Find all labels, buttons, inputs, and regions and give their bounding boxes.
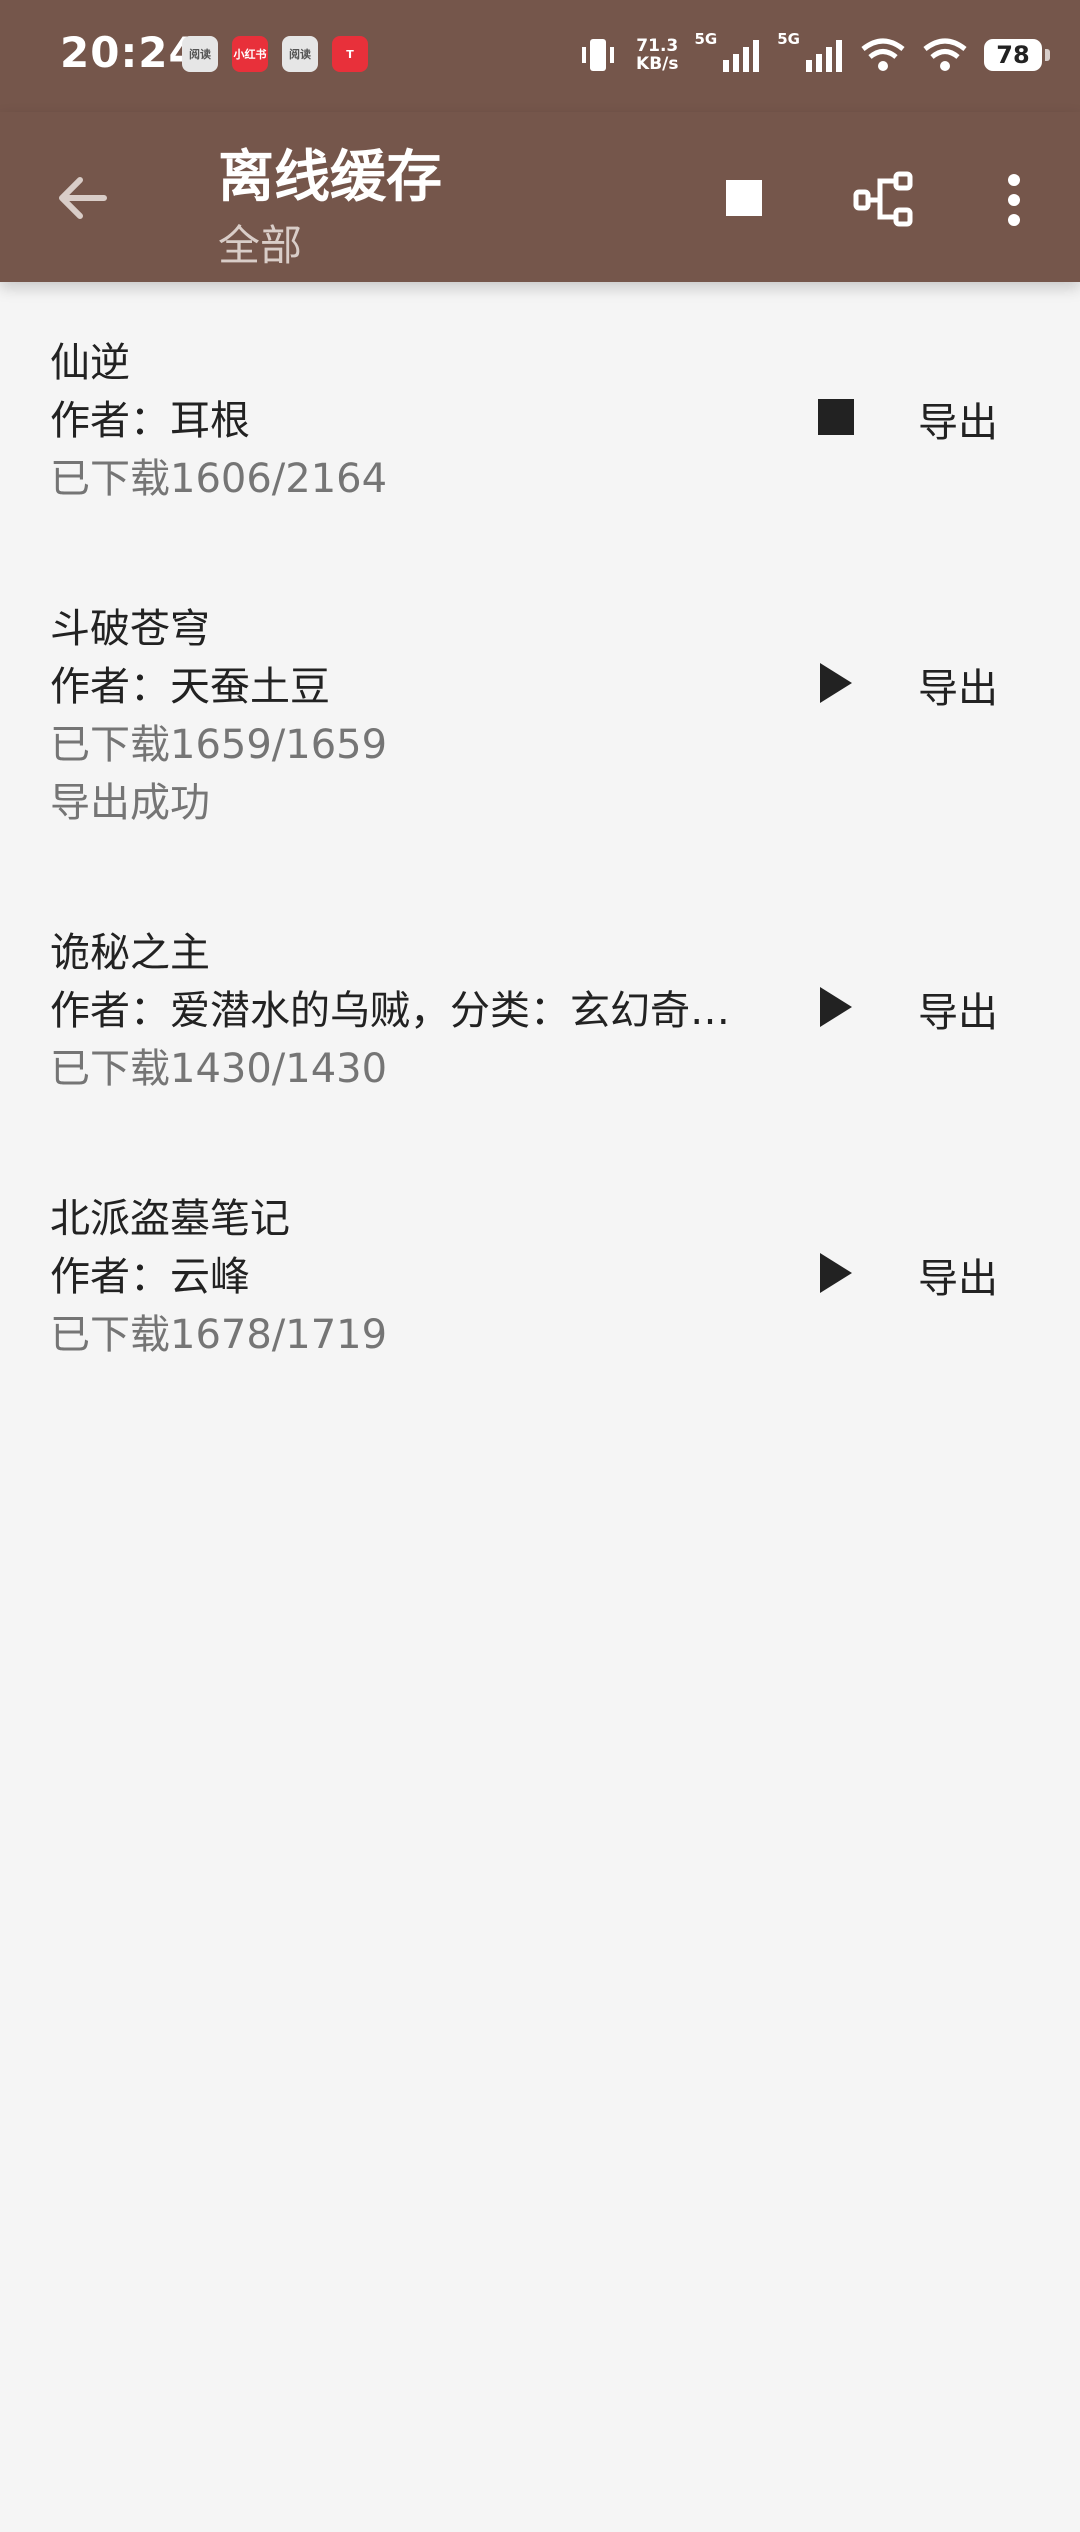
reader-app-icon: 阅读 xyxy=(282,36,318,72)
wifi-icon xyxy=(923,38,967,71)
net-speed-unit: KB/s xyxy=(636,54,679,74)
vibrate-icon xyxy=(582,39,615,71)
net-speed-value: 71.3 xyxy=(636,36,679,56)
more-vert-icon[interactable] xyxy=(994,168,1034,232)
play-icon xyxy=(820,663,852,703)
list-item[interactable]: 斗破苍穹 作者：天蚕土豆 已下载1659/1659 导出成功 导出 xyxy=(0,548,1080,872)
wifi-icon xyxy=(861,38,905,71)
notification-icons: 阅读 小红书 阅读 T xyxy=(182,36,368,72)
page-subtitle[interactable]: 全部 xyxy=(218,212,302,273)
cell-signal-icon xyxy=(723,40,760,72)
back-arrow-icon[interactable] xyxy=(50,166,114,230)
export-button[interactable]: 导出 xyxy=(918,656,998,714)
book-author: 作者：天蚕土豆 xyxy=(50,664,330,710)
xiaohongshu-icon: 小红书 xyxy=(232,36,268,72)
play-icon xyxy=(820,1253,852,1293)
cell-signal-icon xyxy=(806,40,842,72)
stop-all-button[interactable] xyxy=(724,178,764,218)
stop-button[interactable] xyxy=(808,389,864,445)
book-name: 北派盗墓笔记 xyxy=(50,1196,290,1242)
play-button[interactable] xyxy=(808,979,864,1035)
book-author: 作者：耳根 xyxy=(50,398,250,444)
stop-icon xyxy=(818,399,854,435)
download-progress: 已下载1659/1659 xyxy=(50,722,388,768)
signal-label-1: 5G xyxy=(694,30,718,48)
status-time: 20:24 xyxy=(60,28,199,77)
book-name: 斗破苍穹 xyxy=(50,606,210,652)
book-name: 仙逆 xyxy=(50,340,130,386)
download-progress: 已下载1678/1719 xyxy=(50,1312,388,1358)
play-button[interactable] xyxy=(808,655,864,711)
book-author: 作者：云峰 xyxy=(50,1254,250,1300)
download-progress: 已下载1606/2164 xyxy=(50,456,388,502)
book-author: 作者：爱潜水的乌贼，分类：玄幻奇… xyxy=(50,988,730,1034)
status-bar: 20:24 阅读 小红书 阅读 T 71.3 KB/s 5G 5G 78 xyxy=(0,0,1080,112)
page-title: 离线缓存 xyxy=(218,145,442,210)
download-list: 仙逆 作者：耳根 已下载1606/2164 导出 斗破苍穹 作者：天蚕土豆 已下… xyxy=(0,282,1080,1404)
list-item[interactable]: 诡秘之主 作者：爱潜水的乌贼，分类：玄幻奇… 已下载1430/1430 导出 xyxy=(0,872,1080,1138)
network-speed: 71.3 KB/s xyxy=(636,37,678,73)
download-progress: 已下载1430/1430 xyxy=(50,1046,388,1092)
tree-icon[interactable] xyxy=(852,168,916,232)
book-name: 诡秘之主 xyxy=(50,930,210,976)
reader-app-icon: 阅读 xyxy=(182,36,218,72)
status-right: 71.3 KB/s 5G 5G 78 xyxy=(576,30,1050,80)
export-button[interactable]: 导出 xyxy=(918,390,998,448)
battery-indicator: 78 xyxy=(984,39,1050,71)
list-item[interactable]: 北派盗墓笔记 作者：云峰 已下载1678/1719 导出 xyxy=(0,1138,1080,1404)
list-item[interactable]: 仙逆 作者：耳根 已下载1606/2164 导出 xyxy=(0,282,1080,548)
export-button[interactable]: 导出 xyxy=(918,1246,998,1304)
play-button[interactable] xyxy=(808,1245,864,1301)
play-icon xyxy=(820,987,852,1027)
signal-label-2: 5G xyxy=(777,30,800,48)
app-toolbar: 离线缓存 全部 xyxy=(0,112,1080,282)
export-button[interactable]: 导出 xyxy=(918,980,998,1038)
tesla-icon: T xyxy=(332,36,368,72)
stop-icon xyxy=(726,180,762,216)
export-status: 导出成功 xyxy=(50,780,210,826)
